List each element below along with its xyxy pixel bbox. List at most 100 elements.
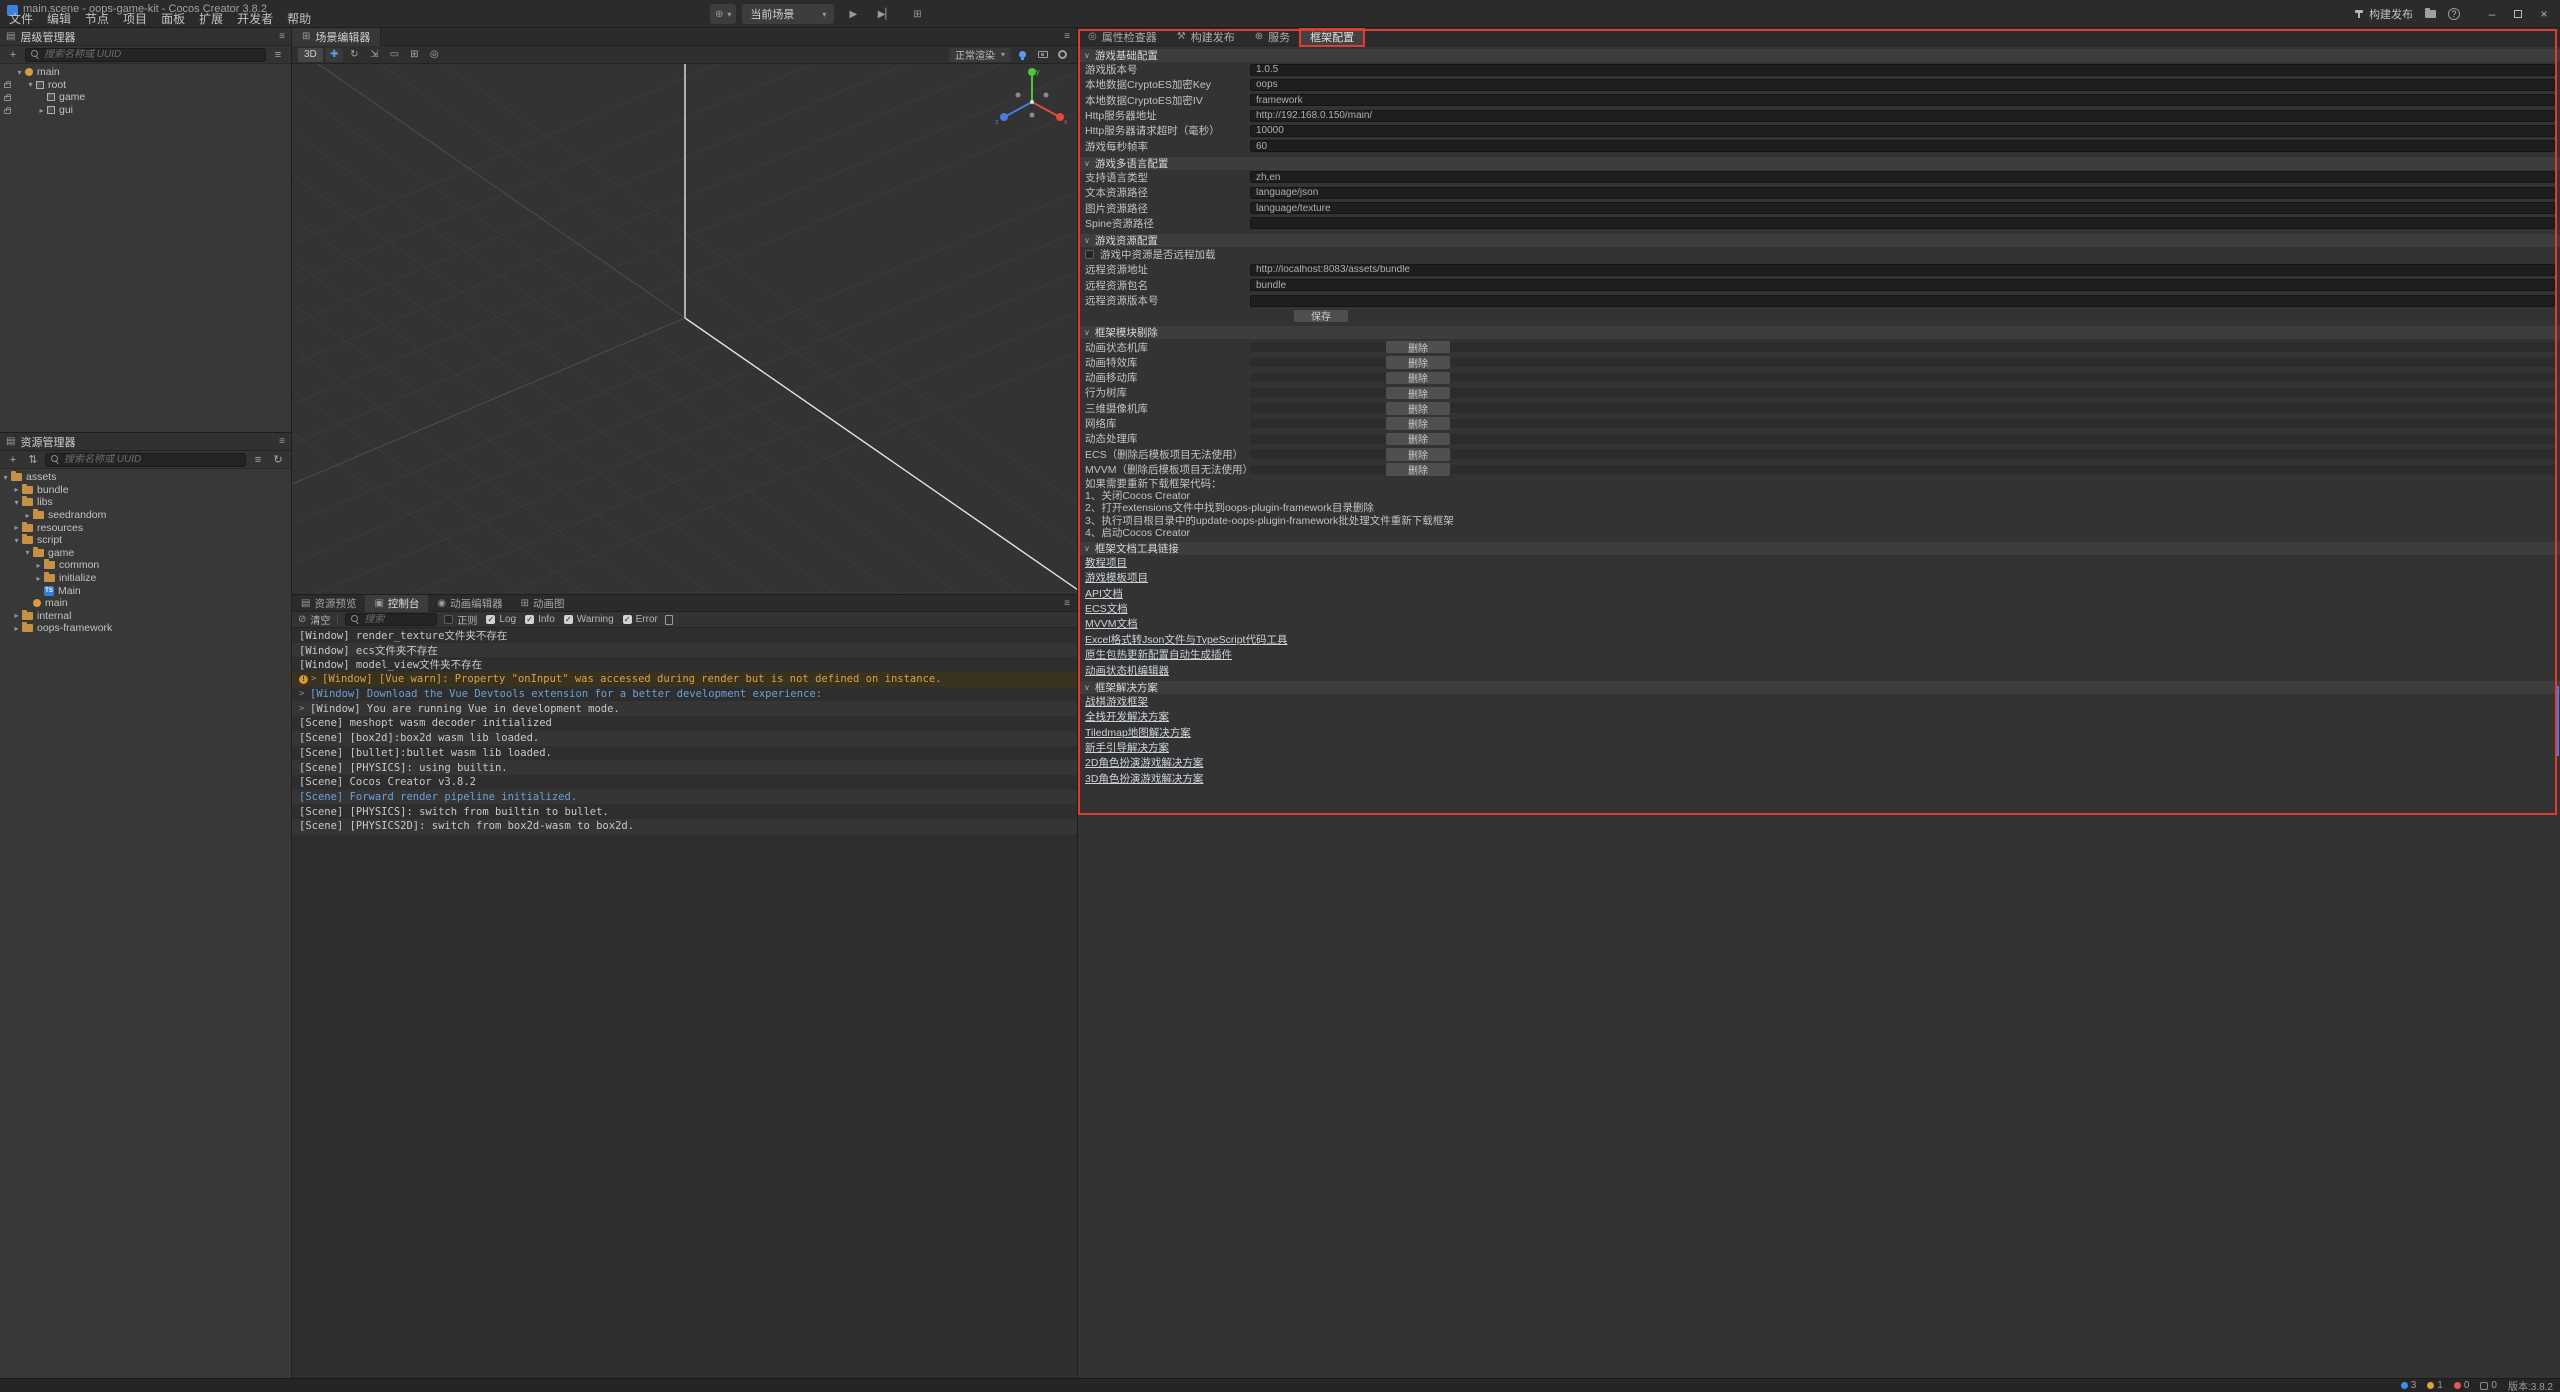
console-search-input[interactable]	[364, 614, 431, 625]
help-icon[interactable]: ?	[2448, 8, 2460, 20]
maximize-button[interactable]	[2506, 3, 2530, 25]
menu-item[interactable]: 面板	[154, 13, 192, 26]
doc-link[interactable]: 游戏模板项目	[1085, 570, 1148, 585]
sort-assets-icon[interactable]: ⇅	[25, 453, 41, 467]
menu-item[interactable]: 帮助	[280, 13, 318, 26]
tree-expand-arrow[interactable]: ▾	[25, 80, 36, 89]
section-header[interactable]: ∨框架模块剔除	[1078, 326, 2560, 339]
layout-button[interactable]: ⊞	[904, 4, 930, 24]
log-row[interactable]: [Scene] meshopt wasm decoder initialized	[292, 716, 1077, 731]
doc-link[interactable]: 原生包热更新配置自动生成插件	[1085, 647, 1232, 662]
prop-input[interactable]	[1250, 79, 2555, 91]
prop-input[interactable]	[1250, 125, 2555, 137]
menu-item[interactable]: 扩展	[192, 13, 230, 26]
tree-row[interactable]: ▸bundle	[0, 484, 291, 497]
doc-link[interactable]: Tiledmap地图解决方案	[1085, 725, 1191, 740]
log-row[interactable]: [Window] render_texture文件夹不存在	[292, 628, 1077, 643]
inspector-tab[interactable]: ⊕服务	[1245, 28, 1300, 46]
prop-input[interactable]	[1250, 187, 2555, 199]
console-tab[interactable]: ⊞动画图	[512, 595, 574, 612]
prop-input[interactable]	[1250, 264, 2555, 276]
tree-expand-arrow[interactable]: ▾	[0, 473, 11, 482]
log-row[interactable]: [Scene] [PHYSICS]: using builtin.	[292, 760, 1077, 775]
doc-link[interactable]: 2D角色扮演游戏解决方案	[1085, 755, 1203, 770]
log-row[interactable]: [Scene] [PHYSICS]: switch from builtin t…	[292, 804, 1077, 819]
assets-search-input[interactable]	[64, 454, 240, 465]
section-header[interactable]: ∨框架解决方案	[1078, 681, 2560, 694]
scene-select-dropdown[interactable]: 当前场景▾	[742, 4, 834, 24]
pivot-toggle-icon[interactable]: ◎	[426, 48, 443, 62]
prop-input[interactable]	[1250, 64, 2555, 76]
tree-row[interactable]: ▾script	[0, 534, 291, 547]
tree-row[interactable]: ▸initialize	[0, 572, 291, 585]
checkbox[interactable]: ✓	[525, 615, 534, 624]
delete-button[interactable]: 删除	[1386, 402, 1450, 415]
collapse-arrow[interactable]: ∨	[1084, 683, 1090, 692]
move-tool-icon[interactable]: ✚	[326, 48, 343, 62]
doc-link[interactable]: MVVM文档	[1085, 616, 1138, 631]
doc-link[interactable]: 3D角色扮演游戏解决方案	[1085, 771, 1203, 786]
section-header[interactable]: ∨游戏多语言配置	[1078, 157, 2560, 170]
menu-item[interactable]: 文件	[2, 13, 40, 26]
console-search[interactable]	[345, 613, 437, 626]
tree-row[interactable]: ▾main	[0, 66, 291, 79]
rotate-tool-icon[interactable]: ↻	[346, 48, 363, 62]
delete-button[interactable]: 删除	[1386, 433, 1450, 446]
collapse-arrow[interactable]: ∨	[1084, 544, 1090, 553]
panel-menu-icon[interactable]: ≡	[1057, 31, 1077, 42]
hierarchy-search-input[interactable]	[44, 49, 260, 60]
lighting-toggle-icon[interactable]	[1014, 48, 1031, 62]
tree-expand-arrow[interactable]: ▸	[11, 523, 22, 532]
log-row[interactable]: [Scene] [PHYSICS2D]: switch from box2d-w…	[292, 819, 1077, 834]
minimize-button[interactable]: –	[2480, 3, 2504, 25]
checkbox[interactable]: ✓	[486, 615, 495, 624]
tree-expand-arrow[interactable]: ▸	[22, 511, 33, 520]
console-filter-info[interactable]: ✓Info	[525, 614, 555, 625]
console-tab[interactable]: ▤资源预览	[292, 595, 365, 612]
expand-arrow[interactable]: >	[299, 704, 310, 714]
play-button[interactable]: ▶	[840, 4, 866, 24]
render-mode-dropdown[interactable]: 正常渲染 ▾	[949, 48, 1011, 62]
prop-input[interactable]	[1250, 110, 2555, 122]
prop-input[interactable]	[1250, 140, 2555, 152]
tree-expand-arrow[interactable]: ▾	[22, 548, 33, 557]
doc-link[interactable]: 战棋游戏框架	[1085, 694, 1148, 709]
hierarchy-search[interactable]	[25, 48, 266, 62]
log-row[interactable]: >[Window] Download the Vue Devtools exte…	[292, 687, 1077, 702]
log-row[interactable]: [Scene] Forward render pipeline initiali…	[292, 790, 1077, 805]
dimension-toggle-button[interactable]: 3D	[298, 48, 323, 62]
collapse-arrow[interactable]: ∨	[1084, 159, 1090, 168]
tree-row[interactable]: ▾libs	[0, 496, 291, 509]
tree-row[interactable]: ▸resources	[0, 521, 291, 534]
menu-item[interactable]: 开发者	[230, 13, 280, 26]
transform-tool-icon[interactable]: ⊞	[406, 48, 423, 62]
step-button[interactable]: ▶▏	[872, 4, 898, 24]
scrollbar-thumb[interactable]	[2556, 686, 2559, 756]
checkbox[interactable]: ✓	[564, 615, 573, 624]
save-button[interactable]: 保存	[1294, 310, 1348, 323]
tree-expand-arrow[interactable]: ▸	[33, 574, 44, 583]
collapse-arrow[interactable]: ∨	[1084, 51, 1090, 60]
open-project-folder-icon[interactable]	[2425, 10, 2436, 18]
assets-filter-icon[interactable]: ≡	[250, 453, 266, 467]
panel-menu-icon[interactable]: ≡	[279, 31, 285, 42]
tree-expand-arrow[interactable]: ▸	[11, 485, 22, 494]
status-warning[interactable]: 1	[2427, 1380, 2443, 1391]
menu-item[interactable]: 项目	[116, 13, 154, 26]
section-header[interactable]: ∨框架文档工具链接	[1078, 542, 2560, 555]
tree-row[interactable]: ▸gui	[0, 104, 291, 117]
panel-menu-icon[interactable]: ≡	[1057, 598, 1077, 609]
doc-link[interactable]: 新手引导解决方案	[1085, 740, 1169, 755]
collapse-arrow[interactable]: ∨	[1084, 236, 1090, 245]
scene-camera-icon[interactable]	[1034, 48, 1051, 62]
tab-scene-editor[interactable]: ⊞ 场景编辑器	[292, 28, 381, 46]
doc-link[interactable]: 教程项目	[1085, 555, 1127, 570]
log-row[interactable]: [Scene] [box2d]:box2d wasm lib loaded.	[292, 731, 1077, 746]
checkbox[interactable]	[1085, 250, 1094, 259]
prop-input[interactable]	[1250, 171, 2555, 183]
inspector-tab[interactable]: 框架配置	[1300, 28, 1364, 46]
doc-link[interactable]: Excel格式转Json文件与TypeScript代码工具	[1085, 632, 1287, 647]
status-info[interactable]: 3	[2401, 1380, 2417, 1391]
section-header[interactable]: ∨游戏基础配置	[1078, 49, 2560, 62]
scene-viewport-canvas[interactable]: yxz	[292, 64, 1077, 594]
